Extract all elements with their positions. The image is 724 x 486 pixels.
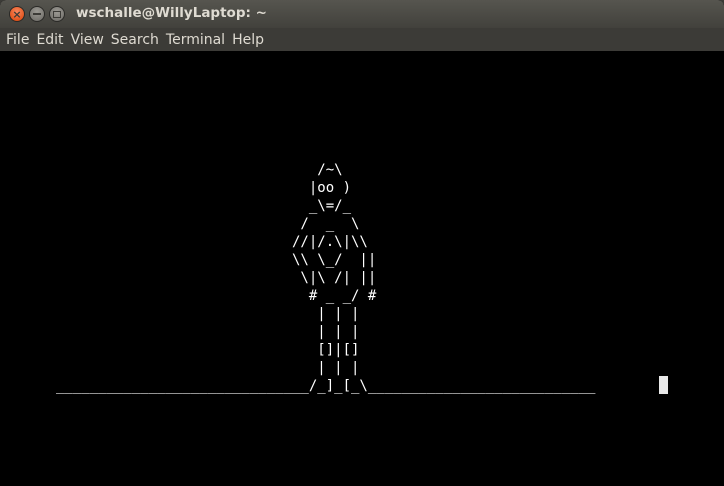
terminal-window: × wschalle@WillyLaptop: ~ File Edit View… <box>0 0 724 486</box>
menu-bar: File Edit View Search Terminal Help <box>0 28 724 51</box>
title-bar[interactable]: × wschalle@WillyLaptop: ~ <box>0 0 724 28</box>
menu-file[interactable]: File <box>6 32 29 48</box>
terminal-screen[interactable]: /~\ |oo ) _\=/_ / _ \ //|/.\|\\ \\ \_/ |… <box>0 51 724 486</box>
ascii-art-output: /~\ |oo ) _\=/_ / _ \ //|/.\|\\ \\ \_/ |… <box>56 162 596 394</box>
maximize-glyph <box>53 10 61 18</box>
window-title: wschalle@WillyLaptop: ~ <box>76 5 267 21</box>
menu-view[interactable]: View <box>71 32 104 48</box>
menu-search[interactable]: Search <box>111 32 159 48</box>
minimize-glyph <box>33 13 41 15</box>
minimize-icon[interactable] <box>29 6 45 22</box>
menu-edit[interactable]: Edit <box>36 32 63 48</box>
terminal-cursor <box>659 376 668 394</box>
close-glyph: × <box>12 7 22 21</box>
close-icon[interactable]: × <box>9 6 25 22</box>
maximize-icon[interactable] <box>49 6 65 22</box>
menu-help[interactable]: Help <box>232 32 264 48</box>
menu-terminal[interactable]: Terminal <box>166 32 225 48</box>
